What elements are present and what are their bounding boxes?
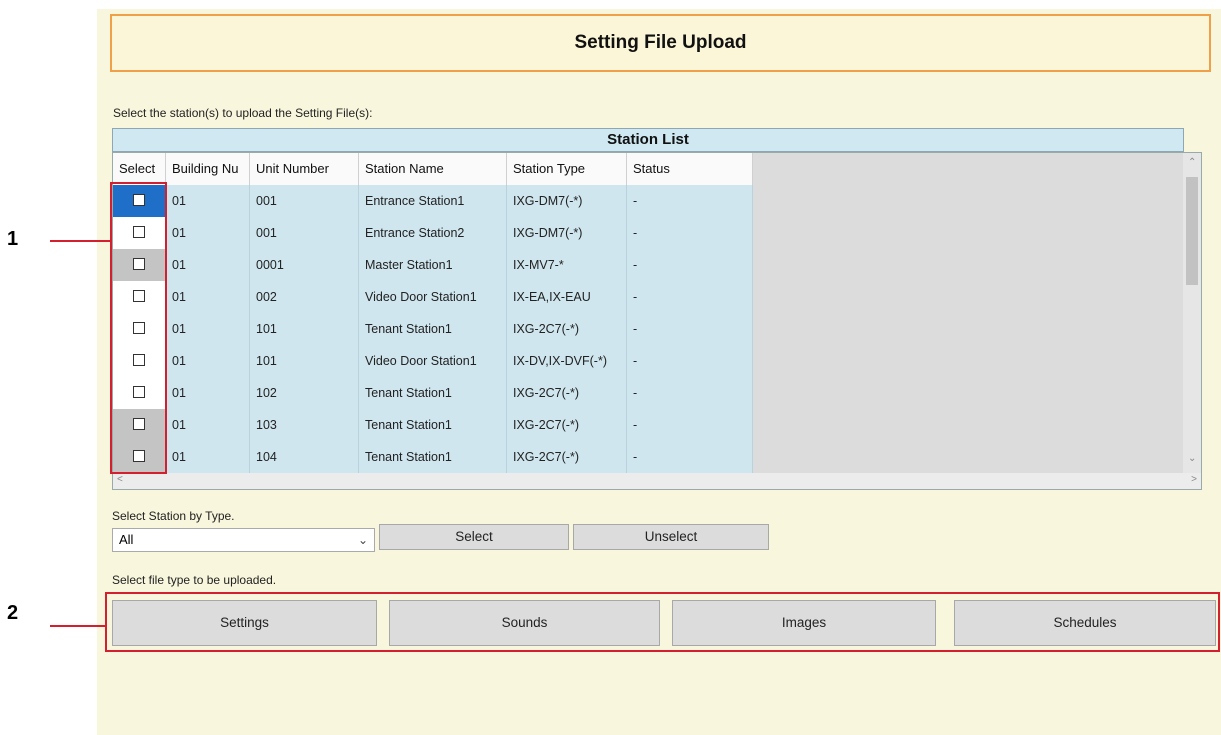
status-cell: - — [627, 377, 753, 409]
building-cell: 01 — [166, 345, 250, 377]
station-name-cell: Video Door Station1 — [359, 345, 507, 377]
chevron-down-icon: ⌄ — [357, 533, 368, 547]
select-by-type-label: Select Station by Type. — [112, 509, 235, 523]
column-header-station-name[interactable]: Station Name — [359, 153, 507, 185]
instruction-text: Select the station(s) to upload the Sett… — [113, 106, 373, 120]
unit-cell: 001 — [250, 217, 359, 249]
table-row[interactable]: 01 0001 Master Station1 IX-MV7-* - — [113, 249, 753, 281]
unit-cell: 102 — [250, 377, 359, 409]
station-name-cell: Entrance Station1 — [359, 185, 507, 217]
table-row[interactable]: 01 104 Tenant Station1 IXG-2C7(-*) - — [113, 441, 753, 473]
scroll-right-icon[interactable]: > — [1191, 474, 1197, 485]
unit-cell: 001 — [250, 185, 359, 217]
station-name-cell: Master Station1 — [359, 249, 507, 281]
building-cell: 01 — [166, 185, 250, 217]
station-type-cell: IXG-DM7(-*) — [507, 217, 627, 249]
scroll-down-icon[interactable]: ⌄ — [1188, 453, 1196, 464]
settings-button[interactable]: Settings — [112, 600, 377, 646]
unit-cell: 101 — [250, 313, 359, 345]
callout-number-2: 2 — [7, 602, 19, 624]
station-name-cell: Entrance Station2 — [359, 217, 507, 249]
station-name-cell: Video Door Station1 — [359, 281, 507, 313]
file-type-label: Select file type to be uploaded. — [112, 573, 277, 587]
column-header-unit[interactable]: Unit Number — [250, 153, 359, 185]
table-row[interactable]: 01 001 Entrance Station2 IXG-DM7(-*) - — [113, 217, 753, 249]
table-row[interactable]: 01 002 Video Door Station1 IX-EA,IX-EAU … — [113, 281, 753, 313]
images-button[interactable]: Images — [672, 600, 936, 646]
station-grid: Select Building Nu Unit Number Station N… — [112, 152, 1202, 490]
callout-number-1: 1 — [7, 228, 19, 250]
building-cell: 01 — [166, 249, 250, 281]
station-type-dropdown[interactable]: All ⌄ — [112, 528, 375, 552]
station-type-cell: IXG-2C7(-*) — [507, 409, 627, 441]
horizontal-scrollbar[interactable]: < > — [113, 473, 1201, 489]
station-type-cell: IXG-DM7(-*) — [507, 185, 627, 217]
column-header-select[interactable]: Select — [113, 153, 166, 185]
unit-cell: 0001 — [250, 249, 359, 281]
table-row[interactable]: 01 103 Tenant Station1 IXG-2C7(-*) - — [113, 409, 753, 441]
table-row[interactable]: 01 101 Tenant Station1 IXG-2C7(-*) - — [113, 313, 753, 345]
column-header-station-type[interactable]: Station Type — [507, 153, 627, 185]
table-row[interactable]: 01 001 Entrance Station1 IXG-DM7(-*) - — [113, 185, 753, 217]
status-cell: - — [627, 185, 753, 217]
station-type-cell: IX-MV7-* — [507, 249, 627, 281]
grid-header: Select Building Nu Unit Number Station N… — [113, 153, 753, 186]
building-cell: 01 — [166, 441, 250, 473]
unselect-button[interactable]: Unselect — [573, 524, 769, 550]
scrollbar-thumb[interactable] — [1186, 177, 1198, 285]
station-name-cell: Tenant Station1 — [359, 409, 507, 441]
schedules-button[interactable]: Schedules — [954, 600, 1216, 646]
scroll-up-icon[interactable]: ⌃ — [1188, 157, 1196, 168]
page-title: Setting File Upload — [110, 14, 1211, 72]
station-name-cell: Tenant Station1 — [359, 313, 507, 345]
station-list-title: Station List — [112, 128, 1184, 152]
station-type-cell: IXG-2C7(-*) — [507, 313, 627, 345]
status-cell: - — [627, 345, 753, 377]
station-type-cell: IXG-2C7(-*) — [507, 441, 627, 473]
unit-cell: 103 — [250, 409, 359, 441]
unit-cell: 002 — [250, 281, 359, 313]
status-cell: - — [627, 409, 753, 441]
station-type-cell: IX-DV,IX-DVF(-*) — [507, 345, 627, 377]
unit-cell: 104 — [250, 441, 359, 473]
callout-box-1 — [110, 182, 167, 474]
unit-cell: 101 — [250, 345, 359, 377]
status-cell: - — [627, 217, 753, 249]
callout-line-2 — [50, 625, 106, 627]
station-type-cell: IXG-2C7(-*) — [507, 377, 627, 409]
column-header-status[interactable]: Status — [627, 153, 753, 185]
dropdown-value: All — [119, 532, 134, 547]
table-row[interactable]: 01 101 Video Door Station1 IX-DV,IX-DVF(… — [113, 345, 753, 377]
column-header-building[interactable]: Building Nu — [166, 153, 250, 185]
building-cell: 01 — [166, 409, 250, 441]
building-cell: 01 — [166, 377, 250, 409]
station-name-cell: Tenant Station1 — [359, 377, 507, 409]
sounds-button[interactable]: Sounds — [389, 600, 660, 646]
station-name-cell: Tenant Station1 — [359, 441, 507, 473]
building-cell: 01 — [166, 281, 250, 313]
scroll-left-icon[interactable]: < — [117, 474, 123, 485]
callout-line-1 — [50, 240, 110, 242]
status-cell: - — [627, 313, 753, 345]
status-cell: - — [627, 441, 753, 473]
status-cell: - — [627, 281, 753, 313]
building-cell: 01 — [166, 217, 250, 249]
building-cell: 01 — [166, 313, 250, 345]
select-button[interactable]: Select — [379, 524, 569, 550]
vertical-scrollbar[interactable]: ⌃ ⌄ — [1183, 153, 1201, 473]
status-cell: - — [627, 249, 753, 281]
station-type-cell: IX-EA,IX-EAU — [507, 281, 627, 313]
table-row[interactable]: 01 102 Tenant Station1 IXG-2C7(-*) - — [113, 377, 753, 409]
